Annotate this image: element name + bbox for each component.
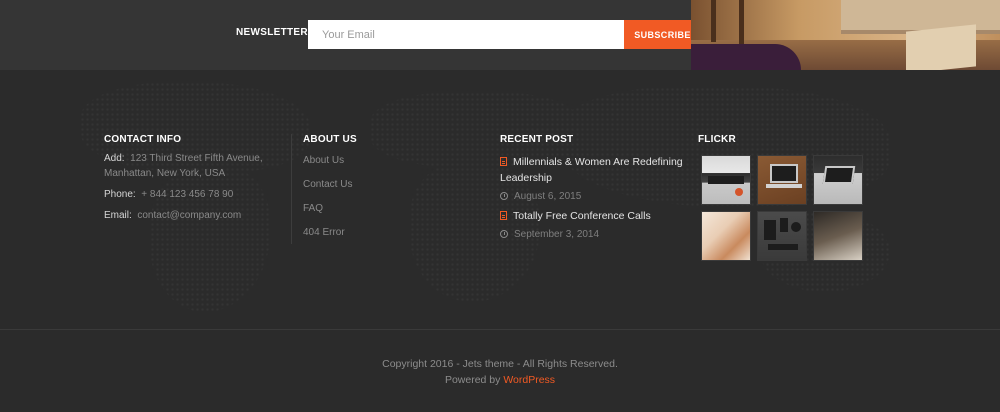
subscribe-button[interactable]: SUBSCRIBE — [624, 20, 701, 49]
flickr-thumb-laptop[interactable] — [757, 155, 807, 205]
contact-phone: Phone: + 844 123 456 78 90 — [104, 187, 274, 202]
recent-post-item: Millennials & Women Are Redefining Leade… — [500, 154, 685, 204]
recent-post-column: RECENT POST Millennials & Women Are Rede… — [500, 134, 685, 242]
newsletter-email-input[interactable] — [308, 20, 624, 49]
clock-icon — [500, 230, 508, 238]
flickr-column: FLICKR — [698, 134, 868, 261]
phone-value: + 844 123 456 78 90 — [141, 189, 234, 200]
post-date: August 6, 2015 — [500, 190, 685, 204]
about-link-faq[interactable]: FAQ — [303, 203, 461, 215]
phone-label: Phone: — [104, 189, 136, 200]
document-icon — [500, 157, 507, 166]
newsletter-background-photo — [691, 0, 1000, 70]
about-links: About Us Contact Us FAQ 404 Error — [303, 155, 461, 239]
about-link-404[interactable]: 404 Error — [303, 227, 461, 239]
copyright-text: Copyright 2016 - Jets theme - All Rights… — [382, 358, 618, 370]
about-us-title: ABOUT US — [303, 134, 357, 145]
email-value[interactable]: contact@company.com — [137, 210, 241, 221]
contact-address: Add: 123 Third Street Fifth Avenue, Manh… — [104, 151, 274, 181]
document-icon — [500, 211, 507, 220]
flickr-thumb-gadgets[interactable] — [757, 211, 807, 261]
flickr-title: FLICKR — [698, 134, 736, 145]
post-date: September 3, 2014 — [500, 228, 685, 242]
contact-info-column: CONTACT INFO Add: 123 Third Street Fifth… — [104, 134, 274, 223]
about-link-about-us[interactable]: About Us — [303, 155, 461, 167]
flickr-thumb-desk[interactable] — [701, 155, 751, 205]
flickr-thumb-cameras[interactable] — [813, 211, 863, 261]
post-date-text: September 3, 2014 — [514, 229, 600, 240]
about-us-column: ABOUT US About Us Contact Us FAQ 404 Err… — [291, 134, 461, 244]
contact-email: Email: contact@company.com — [104, 208, 274, 223]
post-title-text[interactable]: Millennials & Women Are Redefining Leade… — [500, 156, 683, 184]
recent-post-link[interactable]: Totally Free Conference Calls — [500, 208, 685, 224]
contact-info-title: CONTACT INFO — [104, 134, 182, 145]
footer-divider — [0, 329, 1000, 330]
recent-post-link[interactable]: Millennials & Women Are Redefining Leade… — [500, 154, 685, 186]
post-title-text[interactable]: Totally Free Conference Calls — [513, 210, 651, 222]
address-value: 123 Third Street Fifth Avenue, Manhattan… — [104, 153, 263, 179]
powered-by-prefix: Powered by — [444, 374, 504, 386]
about-link-contact-us[interactable]: Contact Us — [303, 179, 461, 191]
post-date-text: August 6, 2015 — [514, 191, 582, 202]
email-label: Email: — [104, 210, 132, 221]
address-label: Add: — [104, 153, 125, 164]
flickr-thumb-colorful-desk[interactable] — [701, 211, 751, 261]
powered-by: Powered by WordPress — [0, 373, 1000, 388]
newsletter-label: NEWSLETTER — [236, 27, 308, 38]
wordpress-link[interactable]: WordPress — [503, 374, 555, 386]
clock-icon — [500, 192, 508, 200]
newsletter-band: NEWSLETTER SUBSCRIBE — [0, 0, 1000, 70]
flickr-thumb-macbook[interactable] — [813, 155, 863, 205]
recent-post-item: Totally Free Conference Calls September … — [500, 208, 685, 242]
recent-post-title: RECENT POST — [500, 134, 574, 145]
